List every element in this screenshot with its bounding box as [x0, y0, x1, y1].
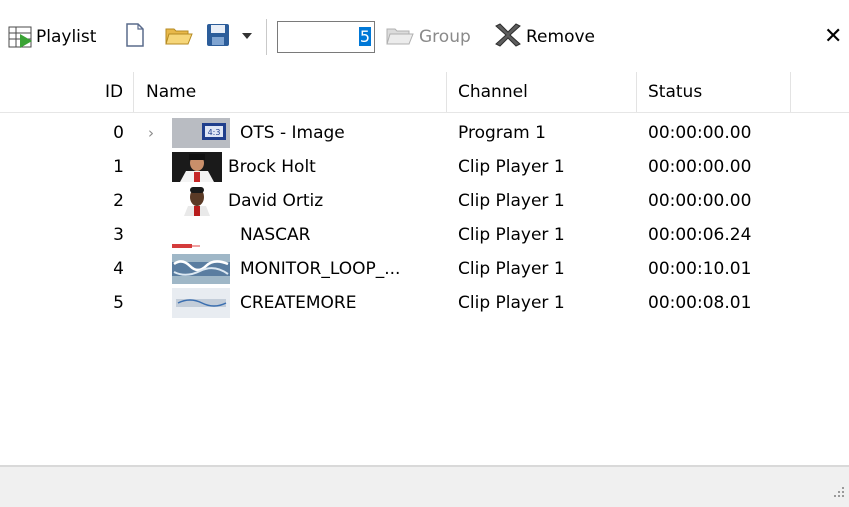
- svg-text:4:3: 4:3: [208, 128, 221, 137]
- row-name: David Ortiz: [228, 191, 324, 211]
- remove-label: Remove: [526, 27, 595, 47]
- group-label: Group: [419, 27, 471, 47]
- row-channel: Clip Player 1: [458, 225, 565, 245]
- row-name: OTS - Image: [240, 123, 345, 143]
- thumbnail: [172, 254, 230, 284]
- column-divider[interactable]: [133, 72, 134, 112]
- column-divider[interactable]: [446, 72, 447, 112]
- row-status: 00:00:06.24: [648, 225, 752, 245]
- open-button[interactable]: [164, 20, 194, 54]
- status-bar: [0, 465, 849, 507]
- thumbnail: [172, 186, 222, 216]
- number-input[interactable]: 5: [277, 21, 375, 53]
- row-id: 4: [113, 259, 124, 279]
- table-row[interactable]: 5 CREATEMORE Clip Player 1 00:00:08.01: [0, 286, 849, 320]
- thumbnail: [172, 220, 230, 250]
- save-icon: [205, 22, 231, 53]
- column-divider[interactable]: [636, 72, 637, 112]
- new-button[interactable]: [124, 20, 146, 54]
- toolbar-separator: [266, 19, 267, 55]
- group-icon: [385, 22, 415, 53]
- new-file-icon: [124, 22, 146, 53]
- save-button[interactable]: [205, 20, 231, 54]
- row-channel: Program 1: [458, 123, 546, 143]
- row-channel: Clip Player 1: [458, 259, 565, 279]
- save-dropdown-button[interactable]: [240, 20, 254, 54]
- column-header-id[interactable]: ID: [105, 72, 123, 112]
- playlist-toolbar: Playlist 5 Group Remove ✕: [0, 0, 849, 70]
- playlist-icon: [8, 24, 34, 50]
- expand-chevron-icon[interactable]: ›: [148, 116, 154, 150]
- row-status: 00:00:00.00: [648, 157, 752, 177]
- table-row[interactable]: 2 David Ortiz Clip Player 1 00:00:00.00: [0, 184, 849, 218]
- row-name: NASCAR: [240, 225, 311, 245]
- remove-button[interactable]: Remove: [492, 20, 595, 54]
- number-input-value: 5: [358, 27, 371, 46]
- table-header: ID Name Channel Status: [0, 72, 849, 113]
- group-button[interactable]: Group: [385, 20, 471, 54]
- row-status: 00:00:00.00: [648, 123, 752, 143]
- row-name: CREATEMORE: [240, 293, 357, 313]
- column-header-name[interactable]: Name: [146, 72, 196, 112]
- table-row[interactable]: 3 NASCAR Clip Player 1 00:00:06.24: [0, 218, 849, 252]
- row-status: 00:00:00.00: [648, 191, 752, 211]
- open-folder-icon: [164, 22, 194, 53]
- playlist-button[interactable]: Playlist: [8, 20, 96, 54]
- row-name: Brock Holt: [228, 157, 316, 177]
- table-row[interactable]: 0 › 4:3 OTS - Image Program 1 00:00:00.0…: [0, 116, 849, 150]
- row-channel: Clip Player 1: [458, 191, 565, 211]
- row-id: 1: [113, 157, 124, 177]
- column-divider[interactable]: [790, 72, 791, 112]
- table-row[interactable]: 4 MONITOR_LOOP_... Clip Player 1 00:00:1…: [0, 252, 849, 286]
- row-name: MONITOR_LOOP_...: [240, 259, 401, 279]
- row-channel: Clip Player 1: [458, 157, 565, 177]
- resize-grip-icon[interactable]: [833, 483, 845, 503]
- column-header-status[interactable]: Status: [648, 72, 702, 112]
- column-header-channel[interactable]: Channel: [458, 72, 528, 112]
- chevron-down-icon: [240, 22, 254, 53]
- thumbnail: [172, 288, 230, 318]
- row-id: 0: [113, 123, 124, 143]
- thumbnail: [172, 152, 222, 182]
- thumbnail: 4:3: [172, 118, 230, 148]
- row-status: 00:00:08.01: [648, 293, 752, 313]
- remove-icon: [492, 22, 524, 53]
- table-row[interactable]: 1 Brock Holt Clip Player 1 00:00:00.00: [0, 150, 849, 184]
- row-status: 00:00:10.01: [648, 259, 752, 279]
- row-id: 5: [113, 293, 124, 313]
- close-icon[interactable]: ✕: [824, 24, 842, 50]
- row-channel: Clip Player 1: [458, 293, 565, 313]
- playlist-label: Playlist: [36, 27, 97, 47]
- row-id: 2: [113, 191, 124, 211]
- row-id: 3: [113, 225, 124, 245]
